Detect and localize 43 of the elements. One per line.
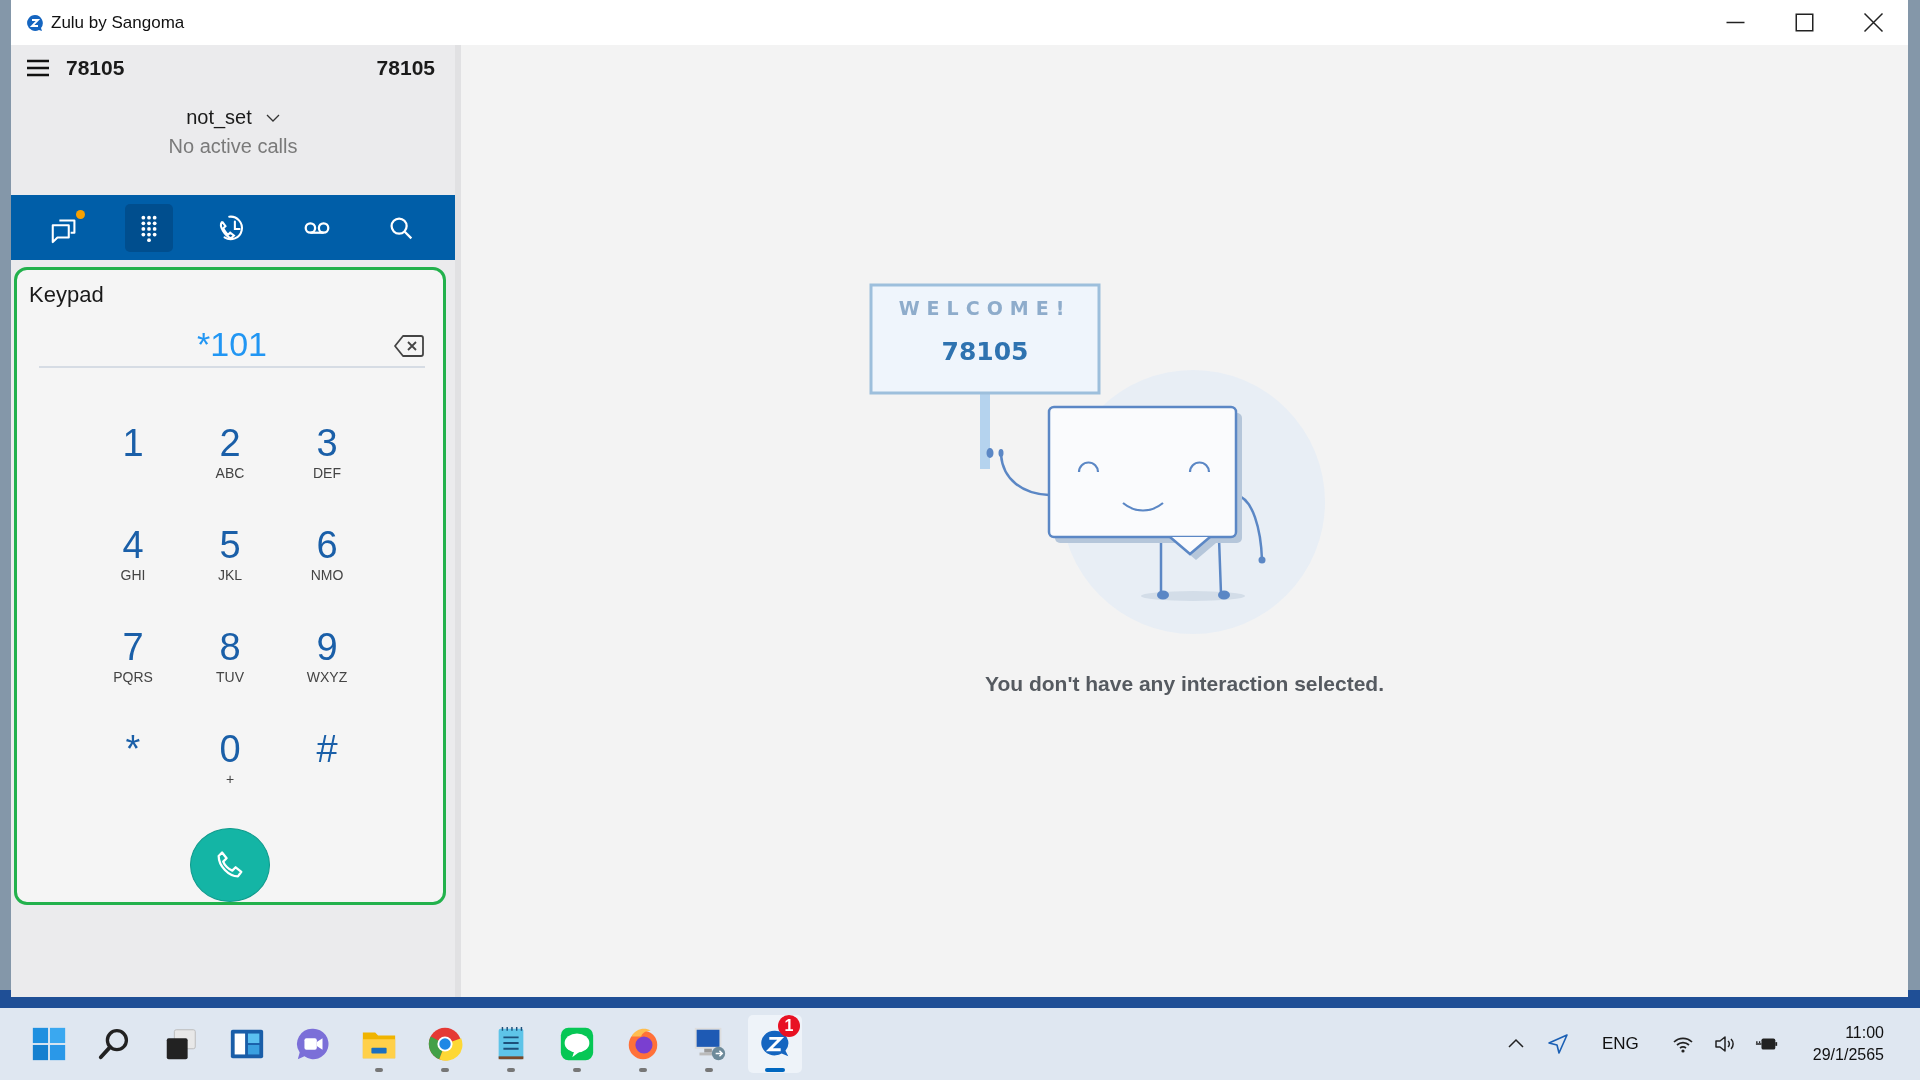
dial-key[interactable]: 8 TUV	[181, 618, 279, 721]
dial-key[interactable]: 1	[84, 414, 182, 517]
dial-key[interactable]: 4 GHI	[84, 516, 182, 619]
running-indicator	[765, 1068, 785, 1072]
taskbar-button[interactable]: 1	[748, 1015, 802, 1073]
location-icon[interactable]	[1545, 1032, 1570, 1056]
extension-label: 78105	[66, 55, 125, 80]
backspace-button[interactable]	[393, 334, 425, 358]
dial-key[interactable]: 7 PQRS	[84, 618, 182, 721]
running-indicator	[705, 1068, 713, 1072]
menu-icon[interactable]	[26, 57, 50, 78]
chat-bubble-icon	[558, 1025, 596, 1063]
notification-badge: 1	[778, 1015, 800, 1037]
dial-key[interactable]: 2 ABC	[181, 414, 279, 517]
running-indicator	[573, 1068, 581, 1072]
empty-state-message: You don't have any interaction selected.	[985, 672, 1384, 696]
phone-number: 78105	[376, 55, 435, 80]
unread-dot	[76, 209, 85, 219]
dial-key[interactable]: 5 JKL	[181, 516, 279, 619]
dial-key[interactable]: 6 NMO	[278, 516, 376, 619]
language-indicator[interactable]: ENG	[1601, 1034, 1639, 1054]
running-indicator	[375, 1068, 383, 1072]
four-squares-icon	[30, 1025, 68, 1063]
clock-time[interactable]: 11:00	[1845, 1022, 1884, 1044]
running-indicator	[639, 1068, 647, 1072]
browser-icon	[426, 1025, 464, 1063]
presence-dropdown[interactable]: not_set	[186, 106, 280, 129]
dial-key[interactable]: 9 WXYZ	[278, 618, 376, 721]
dial-key[interactable]: 0 +	[181, 720, 279, 823]
window-title: Zulu by Sangoma	[51, 12, 185, 33]
dial-key[interactable]: *	[84, 720, 182, 823]
keypad-tab[interactable]	[125, 203, 173, 252]
app-logo-icon	[25, 12, 45, 33]
dial-key[interactable]: #	[278, 720, 376, 823]
sign-number: 78105	[941, 337, 1028, 366]
running-indicator	[441, 1068, 449, 1072]
chevron-down-icon	[265, 113, 280, 122]
clock-date[interactable]: 29/1/2565	[1812, 1044, 1884, 1066]
call-status: No active calls	[168, 135, 298, 158]
sign-heading: WELCOME!	[898, 297, 1071, 319]
running-indicator	[507, 1068, 515, 1072]
panel-title: Keypad	[29, 282, 105, 308]
dial-key[interactable]: 3 DEF	[278, 414, 376, 517]
